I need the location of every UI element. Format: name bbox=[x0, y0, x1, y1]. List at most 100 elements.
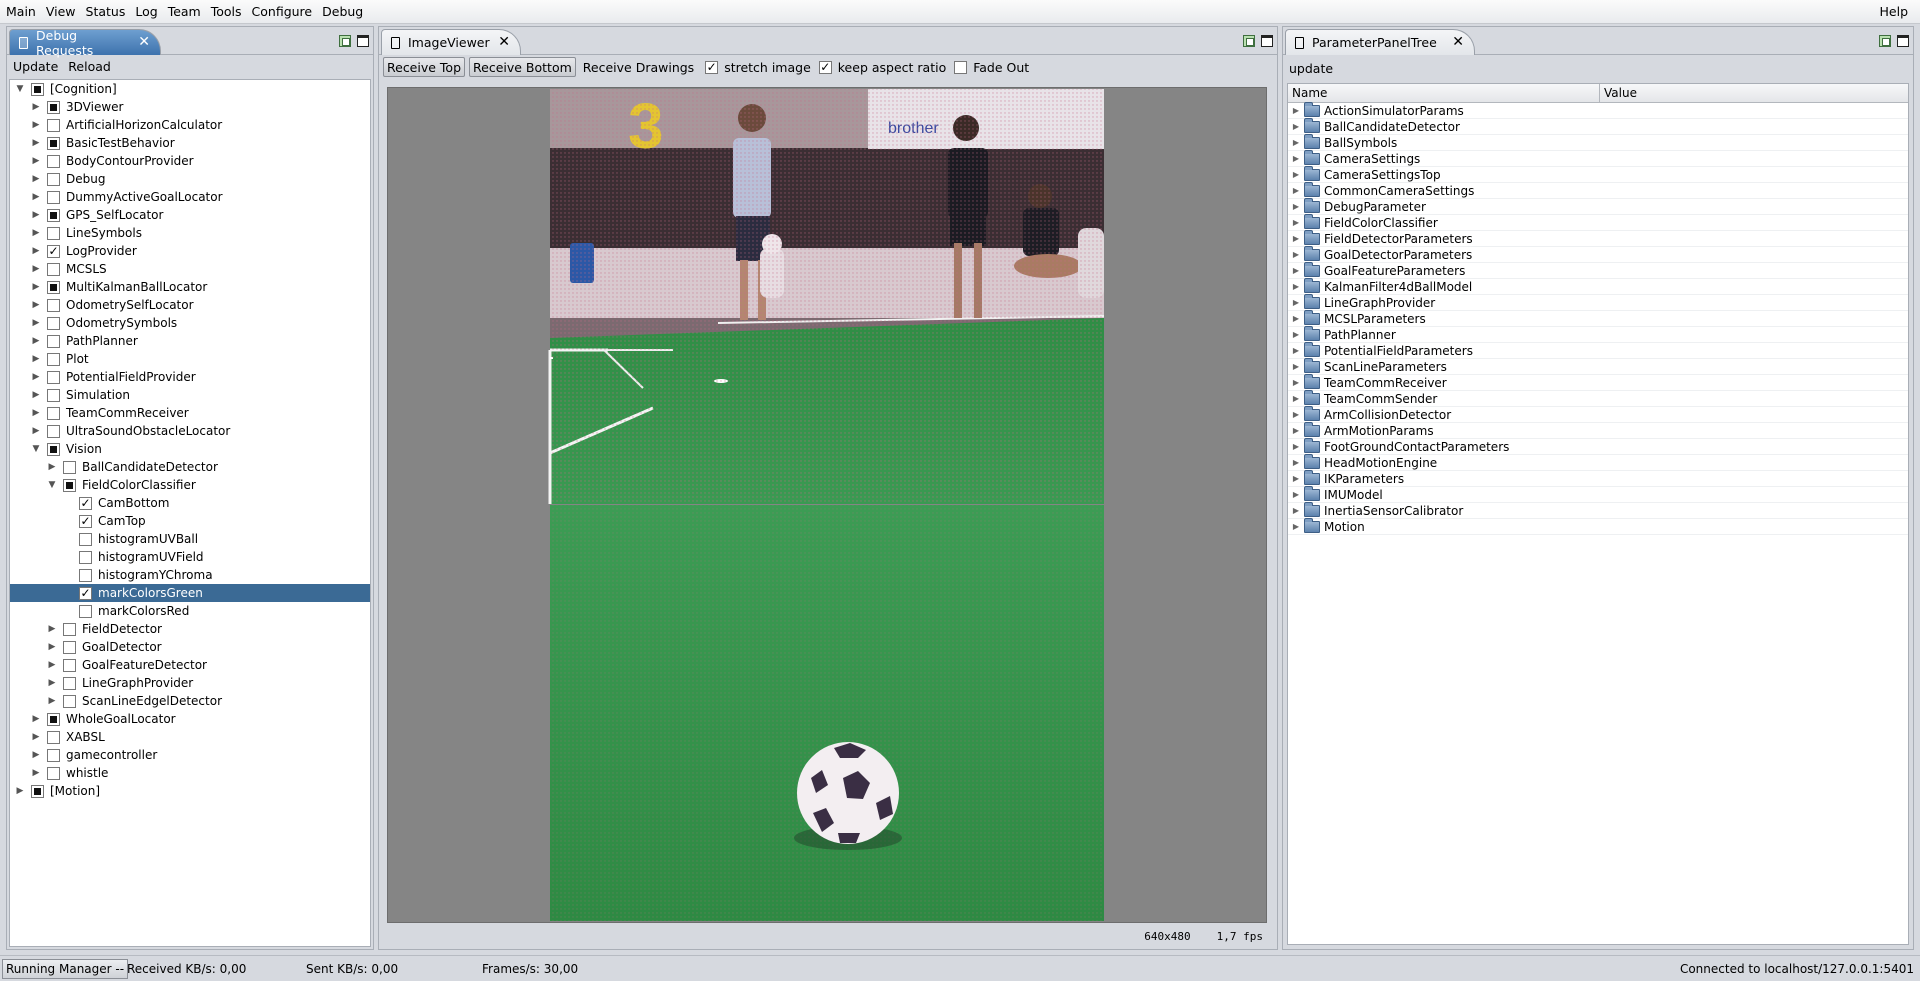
parameter-row[interactable]: ▶ KalmanFilter4dBallModel bbox=[1288, 277, 1908, 295]
tree-node[interactable]: ▶ FieldDetector bbox=[10, 620, 370, 638]
tree-node[interactable]: ▼ Vision bbox=[10, 440, 370, 458]
tab-debug-requests[interactable]: Debug Requests ✕ bbox=[9, 28, 161, 58]
expand-arrow-icon[interactable]: ▶ bbox=[30, 102, 42, 112]
expand-arrow-icon[interactable]: ▶ bbox=[1288, 298, 1304, 307]
tree-node[interactable]: ▶ LineGraphProvider bbox=[10, 674, 370, 692]
tree-checkbox[interactable] bbox=[31, 784, 44, 798]
tree-node[interactable]: ▶ MultiKalmanBallLocator bbox=[10, 278, 370, 296]
expand-arrow-icon[interactable]: ▶ bbox=[30, 300, 42, 310]
tree-checkbox[interactable] bbox=[63, 460, 76, 474]
tree-checkbox[interactable]: ✓ bbox=[47, 244, 60, 258]
collapse-arrow-icon[interactable]: ▼ bbox=[14, 84, 26, 94]
expand-arrow-icon[interactable]: ▶ bbox=[1288, 378, 1304, 387]
expand-arrow-icon[interactable]: ▶ bbox=[1288, 458, 1304, 467]
expand-arrow-icon[interactable]: ▶ bbox=[1288, 170, 1304, 179]
reload-button[interactable]: Reload bbox=[68, 59, 111, 74]
tree-checkbox[interactable] bbox=[47, 406, 60, 420]
tree-checkbox[interactable] bbox=[47, 262, 60, 276]
restore-icon[interactable] bbox=[1243, 35, 1255, 47]
tree-node[interactable]: histogramUVField bbox=[10, 548, 370, 566]
expand-arrow-icon[interactable]: ▶ bbox=[14, 786, 26, 796]
expand-arrow-icon[interactable]: ▶ bbox=[30, 714, 42, 724]
tree-node[interactable]: ▼ FieldColorClassifier bbox=[10, 476, 370, 494]
expand-arrow-icon[interactable]: ▶ bbox=[1288, 362, 1304, 371]
tree-node[interactable]: ▶ Plot bbox=[10, 350, 370, 368]
expand-arrow-icon[interactable]: ▶ bbox=[30, 336, 42, 346]
menu-configure[interactable]: Configure bbox=[248, 4, 317, 19]
expand-arrow-icon[interactable]: ▶ bbox=[1288, 122, 1304, 131]
expand-arrow-icon[interactable]: ▶ bbox=[1288, 234, 1304, 243]
parameter-row[interactable]: ▶ DebugParameter bbox=[1288, 197, 1908, 215]
expand-arrow-icon[interactable]: ▶ bbox=[30, 318, 42, 328]
tree-checkbox[interactable] bbox=[47, 118, 60, 132]
tab-image-viewer[interactable]: ImageViewer ✕ bbox=[381, 29, 521, 55]
collapse-arrow-icon[interactable]: ▼ bbox=[30, 444, 42, 454]
menu-log[interactable]: Log bbox=[131, 4, 161, 19]
tree-node[interactable]: ▶ WholeGoalLocator bbox=[10, 710, 370, 728]
tree-checkbox[interactable] bbox=[63, 676, 76, 690]
tree-checkbox[interactable] bbox=[63, 694, 76, 708]
expand-arrow-icon[interactable]: ▶ bbox=[30, 372, 42, 382]
tree-checkbox[interactable] bbox=[79, 604, 92, 618]
receive-top-button[interactable]: Receive Top bbox=[383, 57, 466, 77]
column-header-name[interactable]: Name bbox=[1288, 84, 1600, 102]
update-button[interactable]: Update bbox=[13, 59, 58, 74]
tree-node[interactable]: ▶ DummyActiveGoalLocator bbox=[10, 188, 370, 206]
tree-checkbox[interactable]: ✓ bbox=[79, 496, 92, 510]
tree-node[interactable]: ▶ BallCandidateDetector bbox=[10, 458, 370, 476]
tree-node[interactable]: ✓ markColorsGreen bbox=[10, 584, 370, 602]
tree-checkbox[interactable] bbox=[79, 532, 92, 546]
expand-arrow-icon[interactable]: ▶ bbox=[1288, 202, 1304, 211]
receive-drawings-button[interactable]: Receive Drawings bbox=[580, 60, 697, 75]
tree-checkbox[interactable] bbox=[47, 172, 60, 186]
tree-node[interactable]: ▶ [Motion] bbox=[10, 782, 370, 800]
tree-checkbox[interactable] bbox=[47, 298, 60, 312]
parameter-row[interactable]: ▶ MCSLParameters bbox=[1288, 309, 1908, 327]
tree-checkbox[interactable] bbox=[47, 208, 60, 222]
parameter-row[interactable]: ▶ BallSymbols bbox=[1288, 133, 1908, 151]
camera-image-viewport[interactable]: brother 3 bbox=[387, 87, 1267, 923]
running-manager-button[interactable]: Running Manager -- bbox=[2, 958, 129, 979]
expand-arrow-icon[interactable]: ▶ bbox=[30, 354, 42, 364]
tree-node[interactable]: ▶ ✓ LogProvider bbox=[10, 242, 370, 260]
expand-arrow-icon[interactable]: ▶ bbox=[1288, 250, 1304, 259]
expand-arrow-icon[interactable]: ▶ bbox=[1288, 410, 1304, 419]
tree-node[interactable]: ✓ CamTop bbox=[10, 512, 370, 530]
tree-node[interactable]: ▶ MCSLS bbox=[10, 260, 370, 278]
tree-node[interactable]: ▶ BasicTestBehavior bbox=[10, 134, 370, 152]
tree-node[interactable]: ▶ 3DViewer bbox=[10, 98, 370, 116]
close-icon[interactable]: ✕ bbox=[138, 34, 150, 50]
parameter-row[interactable]: ▶ ScanLineParameters bbox=[1288, 357, 1908, 375]
maximize-icon[interactable] bbox=[357, 35, 369, 47]
tree-node[interactable]: ▶ BodyContourProvider bbox=[10, 152, 370, 170]
maximize-icon[interactable] bbox=[1261, 35, 1273, 47]
expand-arrow-icon[interactable]: ▶ bbox=[46, 642, 58, 652]
parameter-tree-table[interactable]: Name Value ▶ ActionSimulatorParams ▶ BallCa… bbox=[1287, 83, 1909, 945]
expand-arrow-icon[interactable]: ▶ bbox=[30, 120, 42, 130]
parameter-row[interactable]: ▶ CameraSettingsTop bbox=[1288, 165, 1908, 183]
collapse-arrow-icon[interactable]: ▼ bbox=[46, 480, 58, 490]
parameter-row[interactable]: ▶ ActionSimulatorParams bbox=[1288, 101, 1908, 119]
tree-checkbox[interactable] bbox=[47, 100, 60, 114]
restore-icon[interactable] bbox=[1879, 35, 1891, 47]
tree-checkbox[interactable] bbox=[79, 550, 92, 564]
tree-checkbox[interactable] bbox=[47, 766, 60, 780]
tree-node[interactable]: ▼ [Cognition] bbox=[10, 80, 370, 98]
tree-checkbox[interactable] bbox=[47, 370, 60, 384]
tree-node[interactable]: ▶ TeamCommReceiver bbox=[10, 404, 370, 422]
menu-team[interactable]: Team bbox=[164, 4, 205, 19]
expand-arrow-icon[interactable]: ▶ bbox=[1288, 154, 1304, 163]
parameter-row[interactable]: ▶ ArmCollisionDetector bbox=[1288, 405, 1908, 423]
tree-checkbox[interactable] bbox=[47, 442, 60, 456]
expand-arrow-icon[interactable]: ▶ bbox=[46, 660, 58, 670]
expand-arrow-icon[interactable]: ▶ bbox=[1288, 522, 1304, 531]
tree-checkbox[interactable] bbox=[47, 154, 60, 168]
tree-node[interactable]: ▶ GPS_SelfLocator bbox=[10, 206, 370, 224]
parameter-row[interactable]: ▶ PathPlanner bbox=[1288, 325, 1908, 343]
expand-arrow-icon[interactable]: ▶ bbox=[30, 408, 42, 418]
tree-checkbox[interactable] bbox=[47, 748, 60, 762]
tree-checkbox[interactable] bbox=[47, 190, 60, 204]
tree-checkbox[interactable] bbox=[47, 280, 60, 294]
tree-node[interactable]: ▶ OdometrySelfLocator bbox=[10, 296, 370, 314]
expand-arrow-icon[interactable]: ▶ bbox=[30, 228, 42, 238]
